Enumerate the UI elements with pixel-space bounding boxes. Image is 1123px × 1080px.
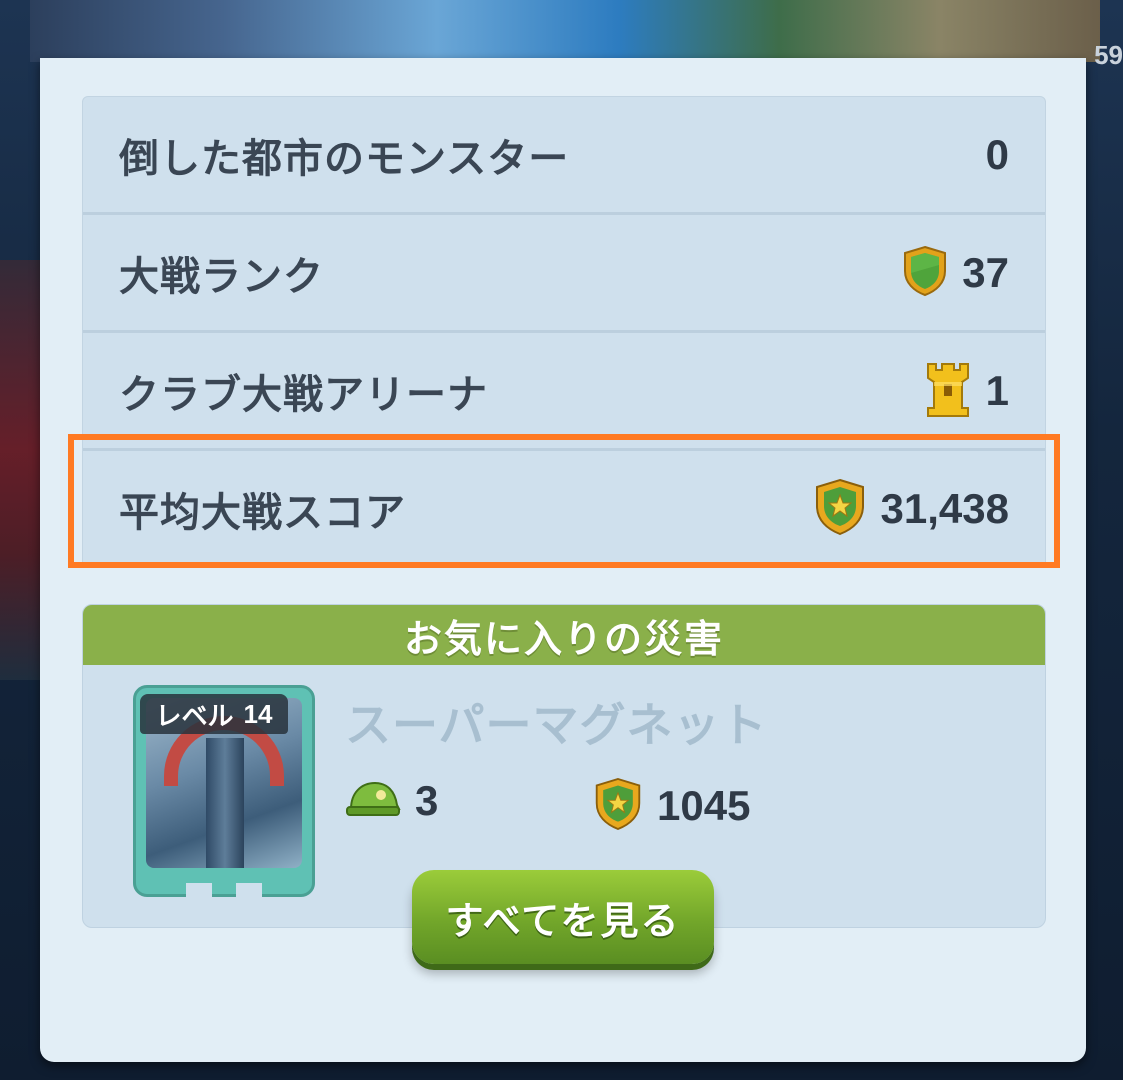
stat-row-monsters-defeated: 倒した都市のモンスター 0 xyxy=(83,97,1045,215)
tower-shape xyxy=(206,738,244,868)
disaster-score-stat: 1045 xyxy=(593,777,750,835)
disaster-helmet-stat: 3 xyxy=(345,777,438,825)
stat-row-war-rank: 大戦ランク 37 xyxy=(83,215,1045,333)
card-foot-right xyxy=(236,883,262,897)
stats-list: 倒した都市のモンスター 0 大戦ランク 37 クラブ大戦アリーナ 1 平均大戦ス… xyxy=(82,96,1046,568)
stat-value: 37 xyxy=(962,248,1009,296)
stat-label: 平均大戦スコア xyxy=(119,491,406,535)
stat-value-wrap: 31,438 xyxy=(813,478,1009,540)
favorite-disaster-header: お気に入りの災害 xyxy=(83,605,1045,665)
green-shield-icon xyxy=(902,245,948,301)
stat-label: クラブ大戦アリーナ xyxy=(119,372,488,417)
background-city-strip xyxy=(30,0,1100,62)
stat-value-wrap: 0 xyxy=(986,131,1009,179)
see-all-button[interactable]: すべてを見る xyxy=(412,870,714,964)
score-value: 1045 xyxy=(657,782,751,829)
star-shield-icon xyxy=(593,777,643,835)
castle-tower-icon xyxy=(924,360,972,422)
stat-value-wrap: 37 xyxy=(902,245,1009,301)
stat-value: 31,438 xyxy=(880,485,1009,532)
stat-row-club-war-arena: クラブ大戦アリーナ 1 xyxy=(83,333,1045,451)
level-badge: レベル 14 xyxy=(140,694,288,734)
card-foot-left xyxy=(186,883,212,897)
corner-number: 59 xyxy=(1094,40,1123,70)
disaster-name: スーパーマグネット xyxy=(345,699,768,751)
stat-value-wrap: 1 xyxy=(924,360,1009,422)
star-shield-icon xyxy=(813,478,867,540)
helmet-value: 3 xyxy=(415,777,439,824)
level-value: 14 xyxy=(243,698,273,729)
stat-label: 大戦ランク xyxy=(119,254,324,299)
background-left-deco xyxy=(0,260,40,680)
stat-value: 0 xyxy=(985,130,1009,178)
stat-label: 倒した都市のモンスター xyxy=(119,136,570,181)
disaster-thumbnail[interactable]: レベル 14 xyxy=(133,685,315,897)
level-label: レベル xyxy=(155,700,234,731)
helmet-icon xyxy=(345,779,401,823)
stat-value: 1 xyxy=(985,366,1009,414)
profile-stats-panel: 倒した都市のモンスター 0 大戦ランク 37 クラブ大戦アリーナ 1 平均大戦ス… xyxy=(40,58,1086,1062)
stat-row-average-war-score: 平均大戦スコア 31,438 xyxy=(83,451,1045,567)
